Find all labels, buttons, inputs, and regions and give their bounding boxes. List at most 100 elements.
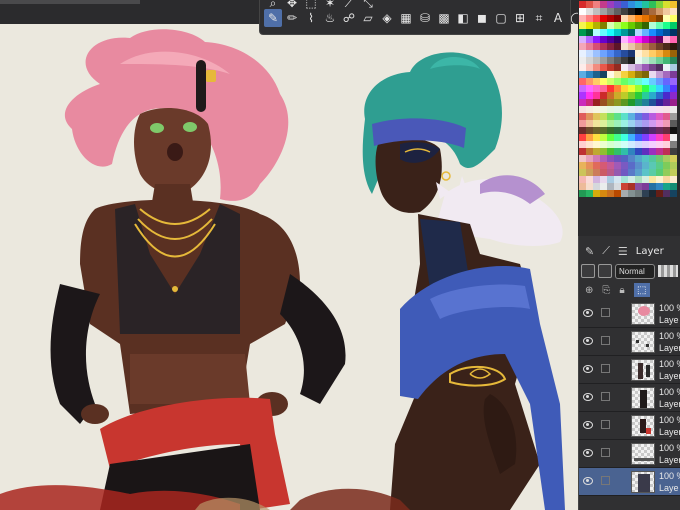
color-swatch[interactable] bbox=[614, 127, 621, 134]
color-swatch[interactable] bbox=[614, 22, 621, 29]
color-swatch[interactable] bbox=[670, 57, 677, 64]
color-swatch[interactable] bbox=[621, 183, 628, 190]
layer-row[interactable]: 100 % Laye bbox=[579, 468, 680, 496]
color-swatch[interactable] bbox=[649, 190, 656, 197]
color-swatch[interactable] bbox=[656, 99, 663, 106]
color-swatch[interactable] bbox=[621, 15, 628, 22]
color-swatch[interactable] bbox=[621, 113, 628, 120]
color-swatch[interactable] bbox=[670, 190, 677, 197]
color-swatch[interactable] bbox=[642, 127, 649, 134]
color-swatch[interactable] bbox=[579, 92, 586, 99]
color-swatch[interactable] bbox=[670, 169, 677, 176]
color-swatch[interactable] bbox=[656, 1, 663, 8]
color-swatch[interactable] bbox=[600, 176, 607, 183]
visibility-eye-icon[interactable] bbox=[583, 393, 593, 401]
color-swatch[interactable] bbox=[614, 113, 621, 120]
layer-select-checkbox[interactable] bbox=[601, 392, 610, 401]
color-swatch[interactable] bbox=[635, 36, 642, 43]
clip-icon[interactable]: ⎘ bbox=[602, 285, 610, 296]
color-swatch[interactable] bbox=[614, 162, 621, 169]
color-swatch[interactable] bbox=[586, 57, 593, 64]
eraser-icon[interactable]: ▱ bbox=[359, 9, 377, 27]
color-swatch[interactable] bbox=[635, 92, 642, 99]
color-swatch[interactable] bbox=[621, 1, 628, 8]
color-swatch[interactable] bbox=[621, 64, 628, 71]
color-swatch[interactable] bbox=[586, 64, 593, 71]
color-swatch[interactable] bbox=[670, 8, 677, 15]
color-swatch[interactable] bbox=[593, 50, 600, 57]
color-swatch[interactable] bbox=[586, 43, 593, 50]
color-swatch[interactable] bbox=[656, 190, 663, 197]
color-swatch[interactable] bbox=[607, 50, 614, 57]
color-swatch[interactable] bbox=[586, 92, 593, 99]
color-swatch[interactable] bbox=[593, 8, 600, 15]
color-swatch[interactable] bbox=[593, 57, 600, 64]
color-swatch[interactable] bbox=[642, 71, 649, 78]
layer-select-checkbox[interactable] bbox=[601, 308, 610, 317]
color-swatch[interactable] bbox=[642, 29, 649, 36]
color-swatch[interactable] bbox=[600, 162, 607, 169]
color-swatch[interactable] bbox=[600, 169, 607, 176]
color-swatch[interactable] bbox=[628, 190, 635, 197]
visibility-eye-icon[interactable] bbox=[583, 337, 593, 345]
color-swatch[interactable] bbox=[663, 155, 670, 162]
color-swatch[interactable] bbox=[579, 43, 586, 50]
color-swatch[interactable] bbox=[607, 148, 614, 155]
color-swatch[interactable] bbox=[656, 134, 663, 141]
color-swatch[interactable] bbox=[593, 15, 600, 22]
color-swatch[interactable] bbox=[593, 176, 600, 183]
color-swatch[interactable] bbox=[614, 169, 621, 176]
color-swatch[interactable] bbox=[628, 176, 635, 183]
color-swatch[interactable] bbox=[614, 8, 621, 15]
pen-icon[interactable]: ✎ bbox=[264, 9, 282, 27]
color-swatch[interactable] bbox=[635, 71, 642, 78]
color-swatch[interactable] bbox=[586, 190, 593, 197]
color-swatch[interactable] bbox=[649, 36, 656, 43]
color-swatch[interactable] bbox=[635, 169, 642, 176]
color-swatch[interactable] bbox=[635, 106, 642, 113]
color-swatch[interactable] bbox=[586, 183, 593, 190]
visibility-eye-icon[interactable] bbox=[583, 309, 593, 317]
color-swatch[interactable] bbox=[579, 8, 586, 15]
color-swatch[interactable] bbox=[593, 43, 600, 50]
color-swatch[interactable] bbox=[614, 134, 621, 141]
reference-layer-icon[interactable]: ⬚ bbox=[633, 283, 650, 297]
color-swatch[interactable] bbox=[642, 43, 649, 50]
color-swatch[interactable] bbox=[663, 71, 670, 78]
visibility-eye-icon[interactable] bbox=[583, 449, 593, 457]
color-swatch[interactable] bbox=[656, 57, 663, 64]
color-swatch[interactable] bbox=[593, 85, 600, 92]
color-swatch[interactable] bbox=[649, 64, 656, 71]
color-swatch[interactable] bbox=[656, 92, 663, 99]
color-swatch[interactable] bbox=[635, 29, 642, 36]
color-swatch[interactable] bbox=[649, 176, 656, 183]
color-swatch[interactable] bbox=[607, 162, 614, 169]
color-swatch[interactable] bbox=[628, 92, 635, 99]
color-swatch[interactable] bbox=[607, 29, 614, 36]
color-swatch[interactable] bbox=[628, 78, 635, 85]
color-swatch[interactable] bbox=[628, 71, 635, 78]
color-swatch[interactable] bbox=[628, 57, 635, 64]
color-swatch[interactable] bbox=[607, 78, 614, 85]
blend-mode-select[interactable]: Normal bbox=[615, 263, 655, 279]
color-swatch[interactable] bbox=[593, 106, 600, 113]
color-swatch[interactable] bbox=[607, 106, 614, 113]
color-swatch[interactable] bbox=[656, 71, 663, 78]
bucket-icon[interactable]: ⛁ bbox=[416, 9, 434, 27]
color-swatch[interactable] bbox=[642, 148, 649, 155]
color-swatch[interactable] bbox=[628, 183, 635, 190]
color-swatch[interactable] bbox=[621, 169, 628, 176]
color-swatch[interactable] bbox=[607, 22, 614, 29]
color-swatch[interactable] bbox=[586, 176, 593, 183]
color-swatch[interactable] bbox=[670, 36, 677, 43]
color-swatch[interactable] bbox=[642, 15, 649, 22]
color-swatch[interactable] bbox=[621, 22, 628, 29]
color-swatch[interactable] bbox=[579, 141, 586, 148]
color-swatch[interactable] bbox=[593, 1, 600, 8]
color-swatch[interactable] bbox=[593, 141, 600, 148]
color-swatch[interactable] bbox=[649, 92, 656, 99]
color-swatch[interactable] bbox=[614, 29, 621, 36]
color-swatch[interactable] bbox=[621, 120, 628, 127]
color-swatch[interactable] bbox=[621, 162, 628, 169]
color-swatch[interactable] bbox=[621, 190, 628, 197]
